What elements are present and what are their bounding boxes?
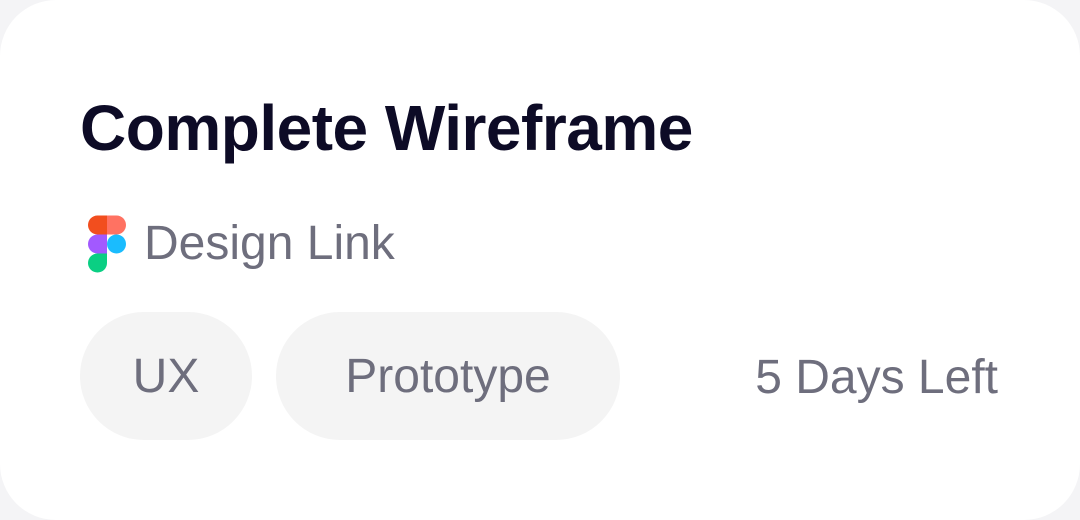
design-link-label: Design Link: [144, 217, 395, 270]
tag-list: UX Prototype: [80, 312, 644, 440]
tag-prototype[interactable]: Prototype: [276, 312, 620, 440]
task-card[interactable]: Complete Wireframe Design Link UX Protot…: [0, 0, 1080, 520]
task-title: Complete Wireframe: [80, 92, 693, 164]
deadline-label: 5 Days Left: [755, 351, 998, 404]
tag-ux[interactable]: UX: [80, 312, 252, 440]
figma-icon: [88, 215, 126, 273]
design-link[interactable]: Design Link: [88, 214, 395, 274]
